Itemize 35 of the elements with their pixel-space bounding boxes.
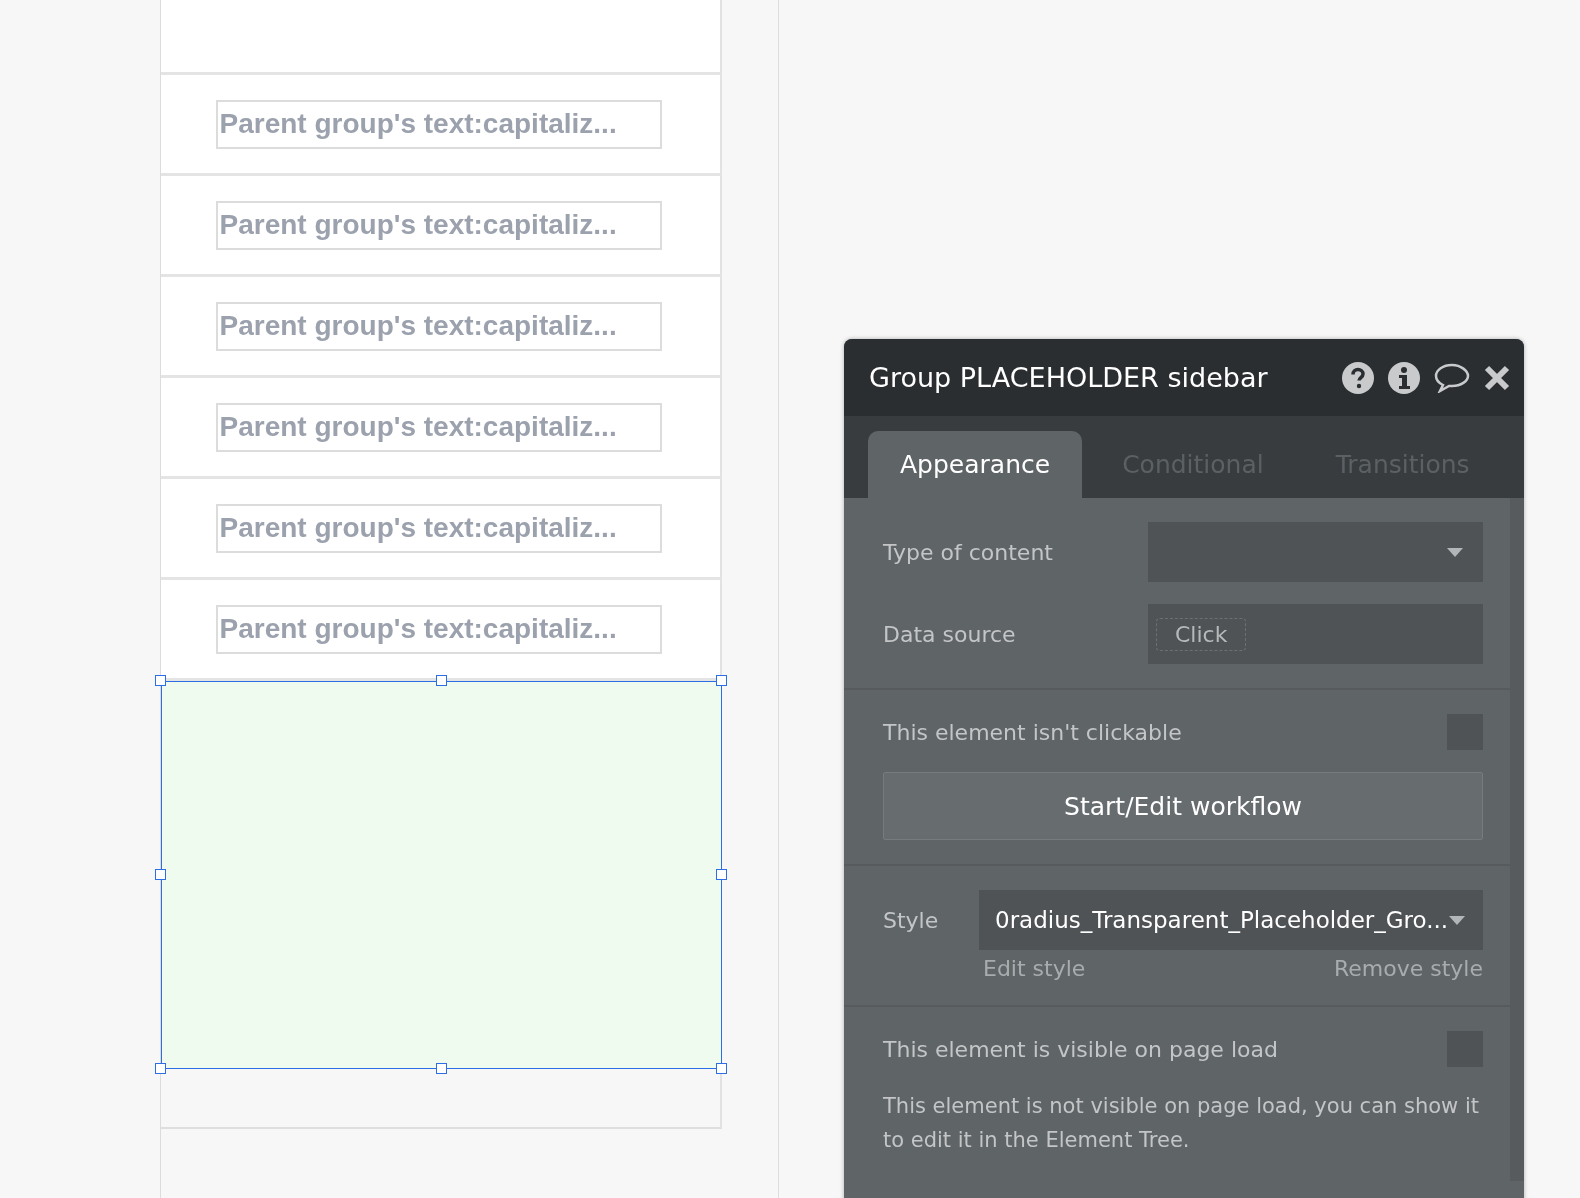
resize-handle[interactable] — [716, 869, 727, 880]
text-element: Parent group's text:capitaliz... — [215, 402, 662, 452]
edit-style-link[interactable]: Edit style — [983, 956, 1086, 981]
panel-tab[interactable]: Appearance — [868, 431, 1083, 498]
remove-style-link[interactable]: Remove style — [1333, 956, 1483, 981]
resize-handle[interactable] — [435, 1063, 447, 1074]
text-element: Parent group's text:capitaliz... — [215, 301, 662, 351]
text-element: Parent group's text:capitaliz... — [215, 200, 662, 250]
field-label: Style — [883, 907, 939, 933]
field-label: Data source — [883, 621, 1016, 647]
text-element: Parent group's text:capitaliz... — [215, 99, 662, 149]
resize-handle[interactable] — [716, 675, 727, 686]
click-placeholder[interactable]: Click — [1156, 617, 1247, 651]
info-icon[interactable] — [1388, 361, 1420, 394]
resize-handle[interactable] — [155, 1063, 166, 1074]
text-element: Parent group's text:capitaliz... — [215, 503, 662, 553]
dropdown-caret-icon — [1449, 915, 1465, 925]
checkbox-label: This element is visible on page load — [883, 1036, 1278, 1062]
dropdown-caret-icon — [1447, 547, 1463, 557]
resize-handle[interactable] — [435, 675, 447, 686]
visibility-note: This element is not visible on page load, you can show it to edit it in the Element Tree. — [883, 1093, 1481, 1154]
resize-handle[interactable] — [155, 869, 166, 880]
start-edit-workflow-button[interactable]: Start/Edit workflow — [883, 772, 1483, 840]
help-icon[interactable] — [1342, 361, 1374, 394]
field-label: Type of content — [883, 539, 1053, 565]
data-source-field[interactable]: Click — [1148, 604, 1483, 664]
checkbox-label: This element isn't clickable — [883, 719, 1182, 745]
speech-bubble-icon[interactable] — [1434, 362, 1470, 393]
resize-handle[interactable] — [716, 1063, 727, 1074]
text-element: Parent group's text:capitaliz... — [215, 604, 662, 654]
resize-handle[interactable] — [155, 675, 166, 686]
style-dropdown[interactable]: 0radius_Transparent_Placeholder_Gro... — [979, 890, 1483, 950]
scrollbar-track[interactable] — [1510, 498, 1524, 1181]
close-icon[interactable] — [1484, 364, 1510, 391]
panel-title: Group PLACEHOLDER sidebar — [869, 362, 1269, 393]
